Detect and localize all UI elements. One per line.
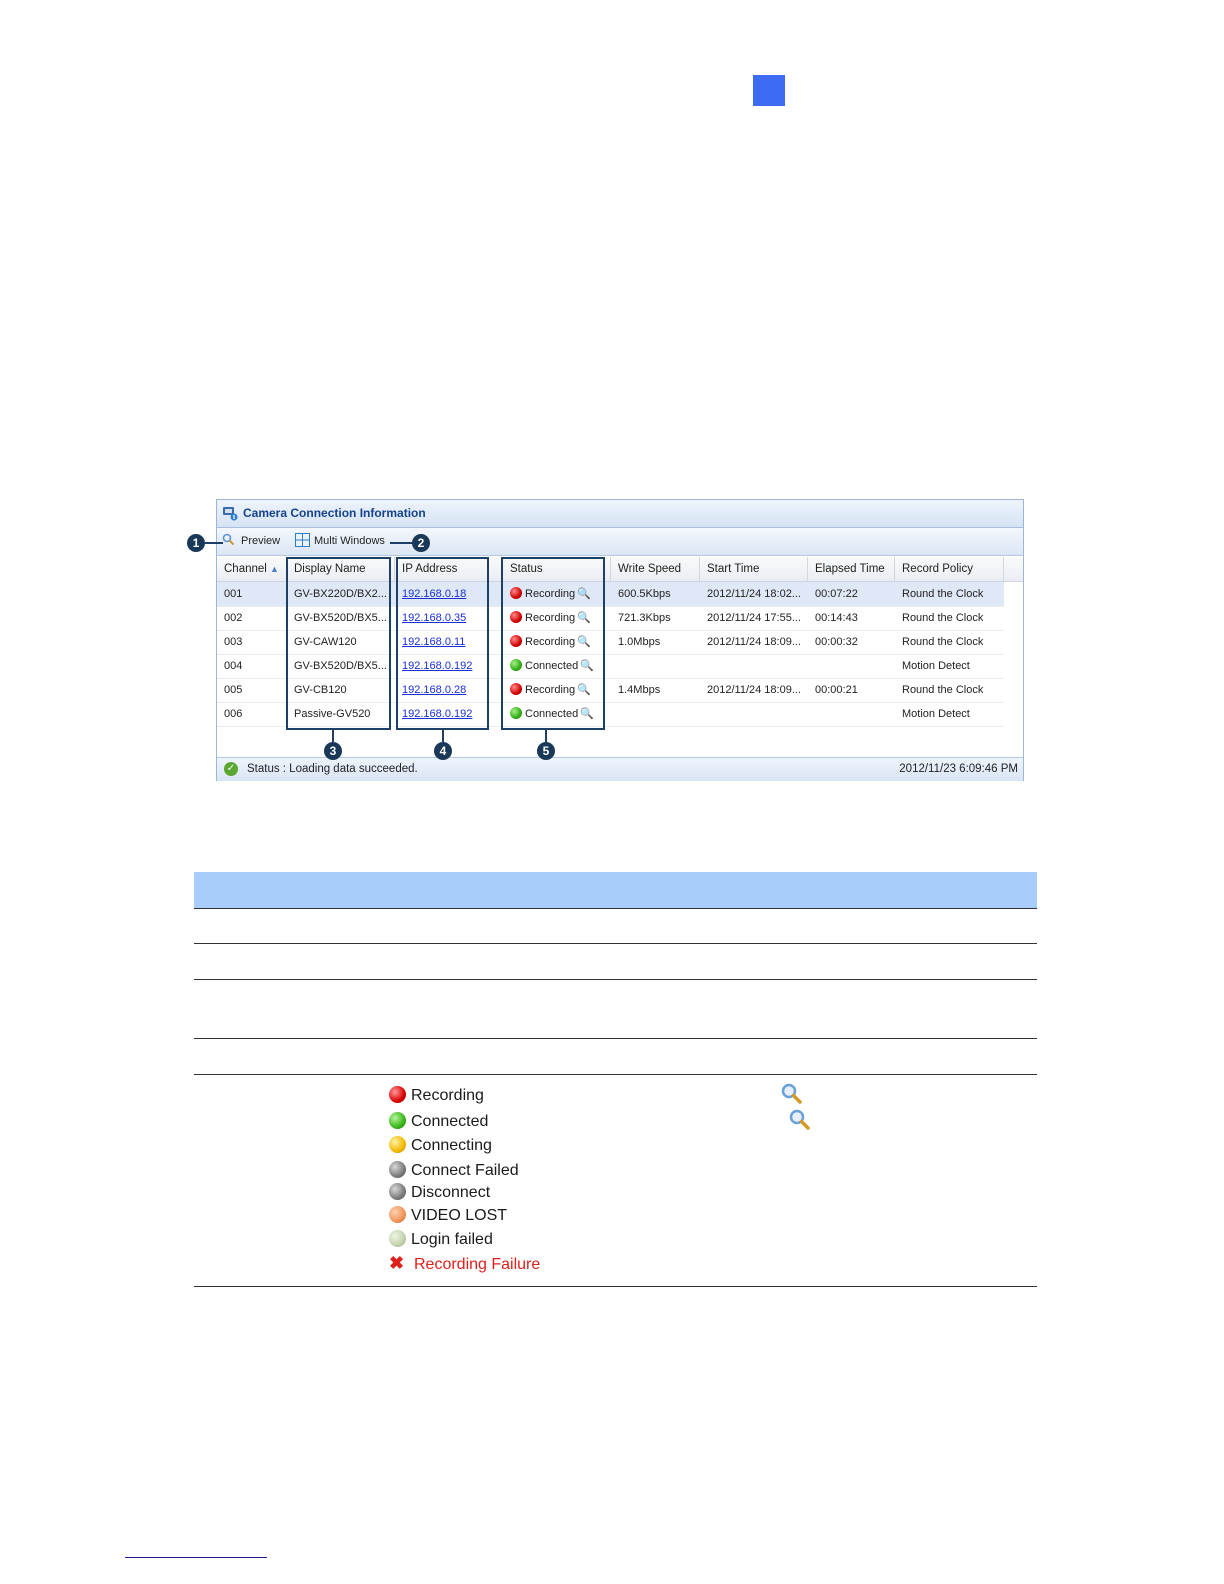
toolbar: Preview Multi Windows — [217, 528, 1023, 556]
legend-item: Login failed — [389, 1230, 493, 1250]
cell-channel: 005 — [224, 684, 243, 696]
cell-start — [700, 654, 808, 678]
table-row-divider — [194, 943, 1037, 944]
cell-elapsed: 00:14:43 — [815, 612, 858, 624]
cell-channel: 001 — [224, 588, 243, 600]
preview-icon — [780, 1082, 802, 1110]
cell-policy: Round the Clock — [902, 636, 984, 648]
callout-number: 4 — [434, 742, 452, 760]
callout-leader — [205, 542, 223, 544]
preview-icon — [788, 1108, 810, 1136]
cell-elapsed — [808, 654, 895, 678]
cell-policy: Round the Clock — [902, 612, 984, 624]
status-gray-icon — [389, 1183, 406, 1200]
cell-start: 2012/11/24 18:02... — [707, 588, 801, 600]
cell-start: 2012/11/24 18:09... — [707, 636, 801, 648]
legend-item: Recording — [389, 1086, 484, 1106]
callout-number: 2 — [412, 534, 430, 552]
callout-leader — [545, 730, 547, 742]
callout-leader — [332, 730, 334, 742]
sort-asc-icon: ▲ — [270, 564, 279, 574]
callout-number: 5 — [537, 742, 555, 760]
legend-item: ✖ Recording Failure — [389, 1253, 540, 1273]
preview-button[interactable]: Preview — [241, 535, 280, 547]
panel-title: Camera Connection Information — [243, 506, 426, 520]
chapter-marker — [753, 75, 785, 106]
cell-elapsed: 00:00:21 — [815, 684, 858, 696]
column-header-elapsed-time[interactable]: Elapsed Time — [808, 557, 895, 581]
callout-leader — [442, 730, 444, 742]
cell-elapsed: 00:07:22 — [815, 588, 858, 600]
table-row-divider — [194, 1074, 1037, 1075]
preview-icon[interactable] — [222, 533, 235, 549]
status-orange-icon — [389, 1206, 406, 1223]
table-row-divider — [194, 1038, 1037, 1039]
legend-label: Disconnect — [411, 1184, 491, 1201]
column-header-start-time[interactable]: Start Time — [700, 557, 808, 581]
cell-start: 2012/11/24 18:09... — [707, 684, 801, 696]
cell-channel: 006 — [224, 708, 243, 720]
status-red-icon — [389, 1086, 406, 1103]
legend-item: Connected — [389, 1112, 488, 1132]
cell-policy: Round the Clock — [902, 684, 984, 696]
cell-policy: Motion Detect — [902, 660, 970, 672]
multi-windows-button[interactable]: Multi Windows — [314, 535, 385, 547]
status-pale-icon — [389, 1230, 406, 1247]
status-yellow-icon — [389, 1136, 406, 1153]
cell-speed: 1.0Mbps — [618, 636, 661, 648]
cell-start: 2012/11/24 17:55... — [707, 612, 801, 624]
cell-channel: 004 — [224, 660, 243, 672]
cell-policy: Round the Clock — [902, 588, 984, 600]
status-gray-icon — [389, 1161, 406, 1178]
legend-label: Connect Failed — [411, 1162, 519, 1179]
cell-speed — [611, 702, 700, 726]
cell-speed: 1.4Mbps — [618, 684, 661, 696]
callout-number: 3 — [324, 742, 342, 760]
legend-label: Recording — [411, 1087, 484, 1104]
callout-box-status — [501, 557, 605, 730]
callout-leader — [390, 542, 413, 544]
status-text: Status : Loading data succeeded. — [247, 763, 418, 775]
legend-label: Recording Failure — [414, 1256, 541, 1273]
cell-start — [700, 702, 808, 726]
column-header-write-speed[interactable]: Write Speed — [611, 557, 700, 581]
cell-speed: 721.3Kbps — [618, 612, 671, 624]
callout-number: 1 — [187, 534, 205, 552]
column-header-channel[interactable]: Channel ▲ — [217, 557, 287, 581]
description-table-header — [194, 872, 1037, 909]
legend-item: Disconnect — [389, 1183, 490, 1203]
legend-label: Connecting — [411, 1137, 492, 1154]
legend-item: Connect Failed — [389, 1161, 519, 1181]
column-header-record-policy[interactable]: Record Policy — [895, 557, 1004, 581]
table-bottom-rule — [194, 1286, 1037, 1287]
cell-channel: 003 — [224, 636, 243, 648]
legend-label: VIDEO LOST — [411, 1207, 508, 1224]
legend-label: Connected — [411, 1113, 489, 1130]
table-row-divider — [194, 979, 1037, 980]
status-bar: ✓ Status : Loading data succeeded. 2012/… — [217, 757, 1023, 781]
cell-policy: Motion Detect — [902, 708, 970, 720]
legend-item: VIDEO LOST — [389, 1206, 507, 1226]
legend-label: Login failed — [411, 1231, 493, 1248]
legend-item: Connecting — [389, 1136, 492, 1156]
cell-elapsed: 00:00:32 — [815, 636, 858, 648]
recording-failure-icon: ✖ — [389, 1253, 405, 1273]
footnote-rule — [125, 1557, 267, 1558]
check-icon: ✓ — [224, 762, 238, 776]
camera-info-icon — [223, 507, 238, 521]
multi-windows-icon[interactable] — [295, 533, 310, 550]
callout-box-ip-address — [396, 557, 489, 730]
cell-channel: 002 — [224, 612, 243, 624]
panel-header: Camera Connection Information — [217, 500, 1023, 528]
cell-speed — [611, 654, 700, 678]
callout-box-display-name — [286, 557, 391, 730]
cell-elapsed — [808, 702, 895, 726]
status-green-icon — [389, 1112, 406, 1129]
cell-speed: 600.5Kbps — [618, 588, 671, 600]
status-time: 2012/11/23 6:09:46 PM — [899, 763, 1018, 775]
